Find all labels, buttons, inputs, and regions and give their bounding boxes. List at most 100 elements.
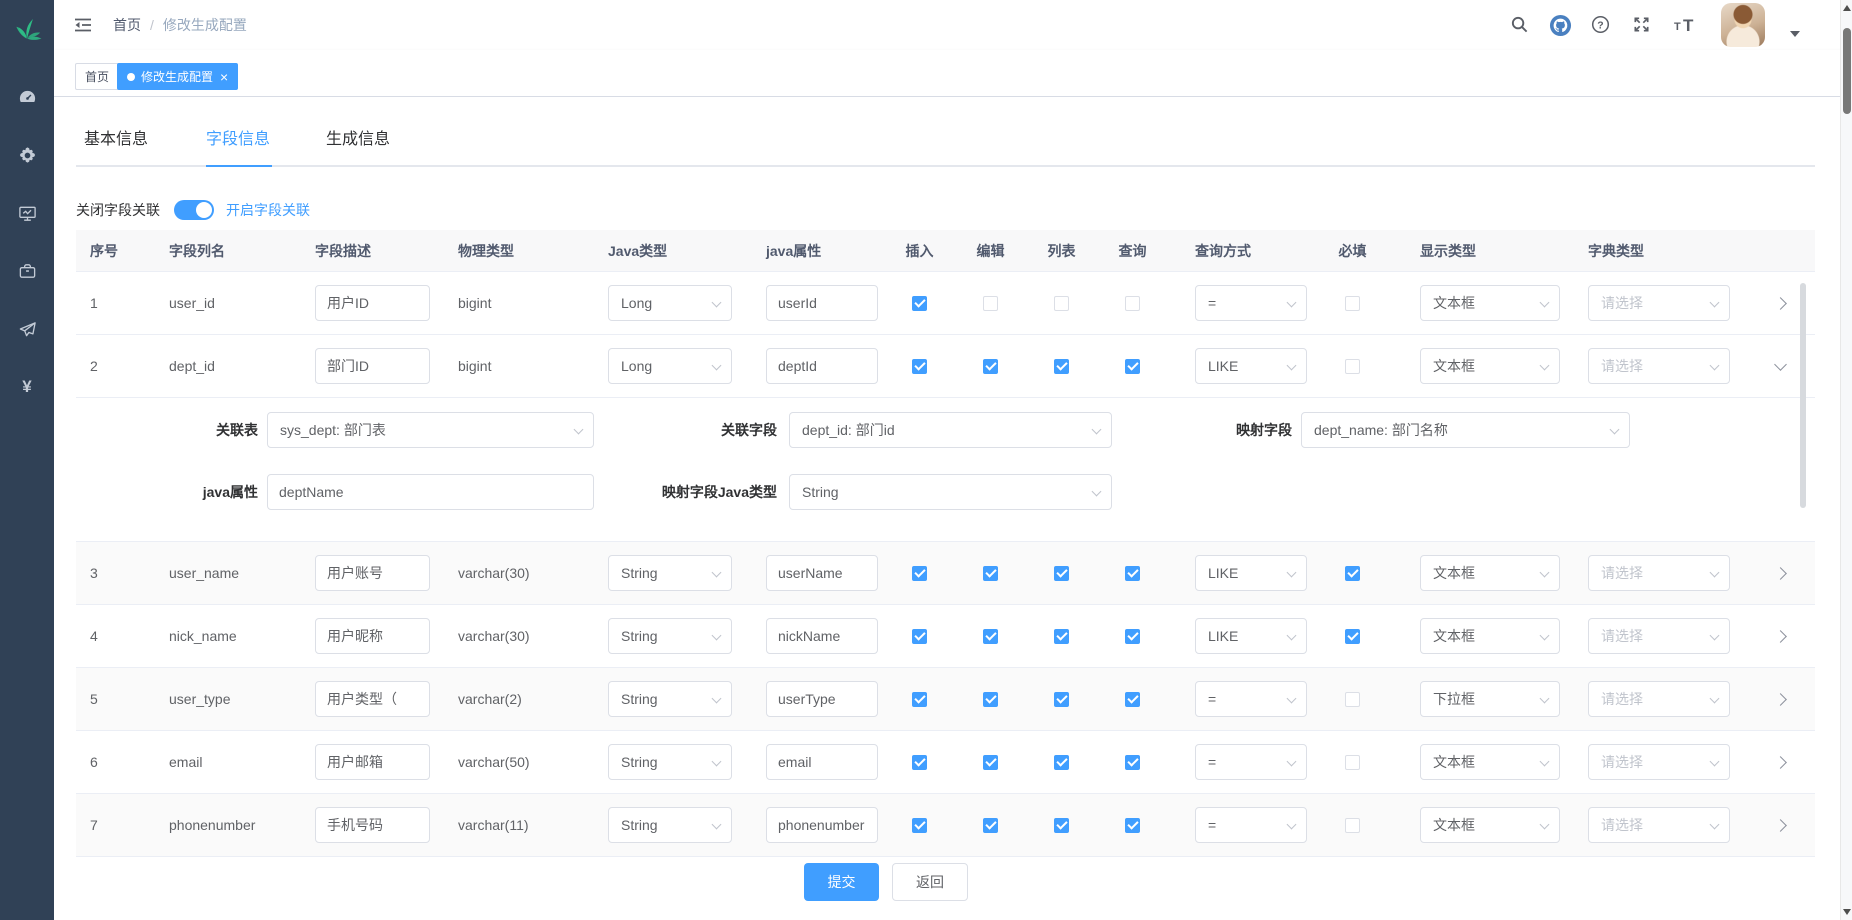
help-button[interactable]: ? xyxy=(1591,15,1610,39)
java_field-input[interactable]: nickName xyxy=(766,618,878,654)
sidebar-item-system[interactable] xyxy=(0,126,54,184)
query-checkbox[interactable] xyxy=(1125,359,1140,374)
field-relation-switch[interactable] xyxy=(174,200,214,220)
insert-checkbox[interactable] xyxy=(912,692,927,707)
query-checkbox[interactable] xyxy=(1125,755,1140,770)
tab-gen-info[interactable]: 生成信息 xyxy=(326,125,390,149)
github-link[interactable] xyxy=(1549,14,1572,42)
required-checkbox[interactable] xyxy=(1345,629,1360,644)
description-input[interactable]: 用户邮箱 xyxy=(315,744,430,780)
dict_type-select[interactable]: 请选择 xyxy=(1588,618,1730,654)
query-checkbox[interactable] xyxy=(1125,566,1140,581)
breadcrumb-home[interactable]: 首页 xyxy=(113,15,141,35)
required-checkbox[interactable] xyxy=(1345,566,1360,581)
expand-row-icon[interactable] xyxy=(1774,297,1787,310)
required-checkbox[interactable] xyxy=(1345,818,1360,833)
dict_type-select[interactable]: 请选择 xyxy=(1588,285,1730,321)
query-checkbox[interactable] xyxy=(1125,818,1140,833)
user-avatar[interactable] xyxy=(1721,3,1765,47)
tab-field-info[interactable]: 字段信息 xyxy=(206,125,270,149)
edit-checkbox[interactable] xyxy=(983,629,998,644)
table-scrollbar[interactable] xyxy=(1800,283,1806,508)
sidebar-collapse-icon[interactable] xyxy=(73,16,93,39)
html_type-select[interactable]: 文本框 xyxy=(1420,348,1560,384)
java_type-select[interactable]: String xyxy=(608,555,732,591)
scrollbar-thumb[interactable] xyxy=(1843,28,1851,114)
insert-checkbox[interactable] xyxy=(912,359,927,374)
java-attribute-input[interactable]: deptName xyxy=(267,474,594,510)
html_type-select[interactable]: 下拉框 xyxy=(1420,681,1560,717)
description-input[interactable]: 部门ID xyxy=(315,348,430,384)
java_type-select[interactable]: String xyxy=(608,744,732,780)
list-checkbox[interactable] xyxy=(1054,566,1069,581)
html_type-select[interactable]: 文本框 xyxy=(1420,618,1560,654)
user-menu-caret-icon[interactable] xyxy=(1790,31,1800,37)
insert-checkbox[interactable] xyxy=(912,296,927,311)
html_type-select[interactable]: 文本框 xyxy=(1420,285,1560,321)
dict_type-select[interactable]: 请选择 xyxy=(1588,681,1730,717)
back-button[interactable]: 返回 xyxy=(892,863,968,901)
edit-checkbox[interactable] xyxy=(983,296,998,311)
list-checkbox[interactable] xyxy=(1054,296,1069,311)
tag-home[interactable]: 首页 xyxy=(75,63,119,90)
required-checkbox[interactable] xyxy=(1345,296,1360,311)
dict_type-select[interactable]: 请选择 xyxy=(1588,744,1730,780)
query_type-select[interactable]: = xyxy=(1195,744,1307,780)
query-checkbox[interactable] xyxy=(1125,296,1140,311)
java_type-select[interactable]: String xyxy=(608,807,732,843)
list-checkbox[interactable] xyxy=(1054,755,1069,770)
scroll-down-icon[interactable] xyxy=(1843,909,1851,915)
expand-row-icon[interactable] xyxy=(1774,693,1787,706)
description-input[interactable]: 用户账号 xyxy=(315,555,430,591)
fullscreen-button[interactable] xyxy=(1632,15,1651,39)
toggle-on-label[interactable]: 开启字段关联 xyxy=(226,200,310,220)
list-checkbox[interactable] xyxy=(1054,359,1069,374)
scroll-up-icon[interactable] xyxy=(1843,5,1851,11)
description-input[interactable]: 手机号码 xyxy=(315,807,430,843)
query_type-select[interactable]: = xyxy=(1195,807,1307,843)
edit-checkbox[interactable] xyxy=(983,566,998,581)
window-scrollbar[interactable] xyxy=(1840,0,1852,920)
required-checkbox[interactable] xyxy=(1345,359,1360,374)
java_type-select[interactable]: Long xyxy=(608,348,732,384)
query_type-select[interactable]: LIKE xyxy=(1195,555,1307,591)
query_type-select[interactable]: = xyxy=(1195,681,1307,717)
java_field-input[interactable]: userName xyxy=(766,555,878,591)
expand-row-icon[interactable] xyxy=(1774,756,1787,769)
java_field-input[interactable]: deptId xyxy=(766,348,878,384)
mapping-java-type-select[interactable]: String xyxy=(789,474,1112,510)
sidebar-item-dashboard[interactable] xyxy=(0,68,54,126)
insert-checkbox[interactable] xyxy=(912,629,927,644)
java_field-input[interactable]: userId xyxy=(766,285,878,321)
search-button[interactable] xyxy=(1510,15,1529,39)
query-checkbox[interactable] xyxy=(1125,629,1140,644)
sidebar-item-guide[interactable] xyxy=(0,300,54,358)
java_type-select[interactable]: String xyxy=(608,618,732,654)
required-checkbox[interactable] xyxy=(1345,755,1360,770)
insert-checkbox[interactable] xyxy=(912,755,927,770)
sidebar-item-monitor[interactable] xyxy=(0,184,54,242)
submit-button[interactable]: 提交 xyxy=(804,863,879,901)
html_type-select[interactable]: 文本框 xyxy=(1420,807,1560,843)
mapping-field-select[interactable]: dept_name: 部门名称 xyxy=(1301,412,1630,448)
dict_type-select[interactable]: 请选择 xyxy=(1588,348,1730,384)
html_type-select[interactable]: 文本框 xyxy=(1420,744,1560,780)
font-size-button[interactable]: T T xyxy=(1673,15,1700,39)
query_type-select[interactable]: = xyxy=(1195,285,1307,321)
description-input[interactable]: 用户类型（ xyxy=(315,681,430,717)
insert-checkbox[interactable] xyxy=(912,818,927,833)
required-checkbox[interactable] xyxy=(1345,692,1360,707)
query-checkbox[interactable] xyxy=(1125,692,1140,707)
description-input[interactable]: 用户昵称 xyxy=(315,618,430,654)
edit-checkbox[interactable] xyxy=(983,692,998,707)
java_field-input[interactable]: phonenumber xyxy=(766,807,878,843)
edit-checkbox[interactable] xyxy=(983,818,998,833)
list-checkbox[interactable] xyxy=(1054,629,1069,644)
html_type-select[interactable]: 文本框 xyxy=(1420,555,1560,591)
query_type-select[interactable]: LIKE xyxy=(1195,618,1307,654)
query_type-select[interactable]: LIKE xyxy=(1195,348,1307,384)
java_field-input[interactable]: email xyxy=(766,744,878,780)
tab-basic-info[interactable]: 基本信息 xyxy=(84,125,148,149)
java_field-input[interactable]: userType xyxy=(766,681,878,717)
tag-edit-gen-config[interactable]: 修改生成配置 × xyxy=(117,63,238,90)
